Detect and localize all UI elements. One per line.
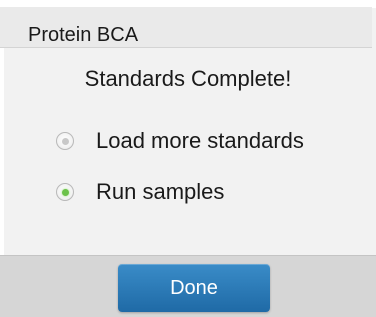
option-label: Load more standards (96, 128, 304, 153)
option-run-samples[interactable]: Run samples (56, 177, 224, 207)
radio-dot (61, 188, 69, 196)
option-label: Run samples (96, 179, 225, 204)
option-load-more-standards[interactable]: Load more standards (56, 126, 304, 156)
done-button[interactable]: Done (118, 264, 270, 312)
radio-button-unchecked[interactable] (56, 132, 74, 150)
radio-dot (61, 137, 69, 145)
status-message: Standards Complete! (84, 66, 292, 91)
radio-button-checked[interactable] (56, 183, 74, 201)
dialog-title: Protein BCA (28, 24, 139, 46)
